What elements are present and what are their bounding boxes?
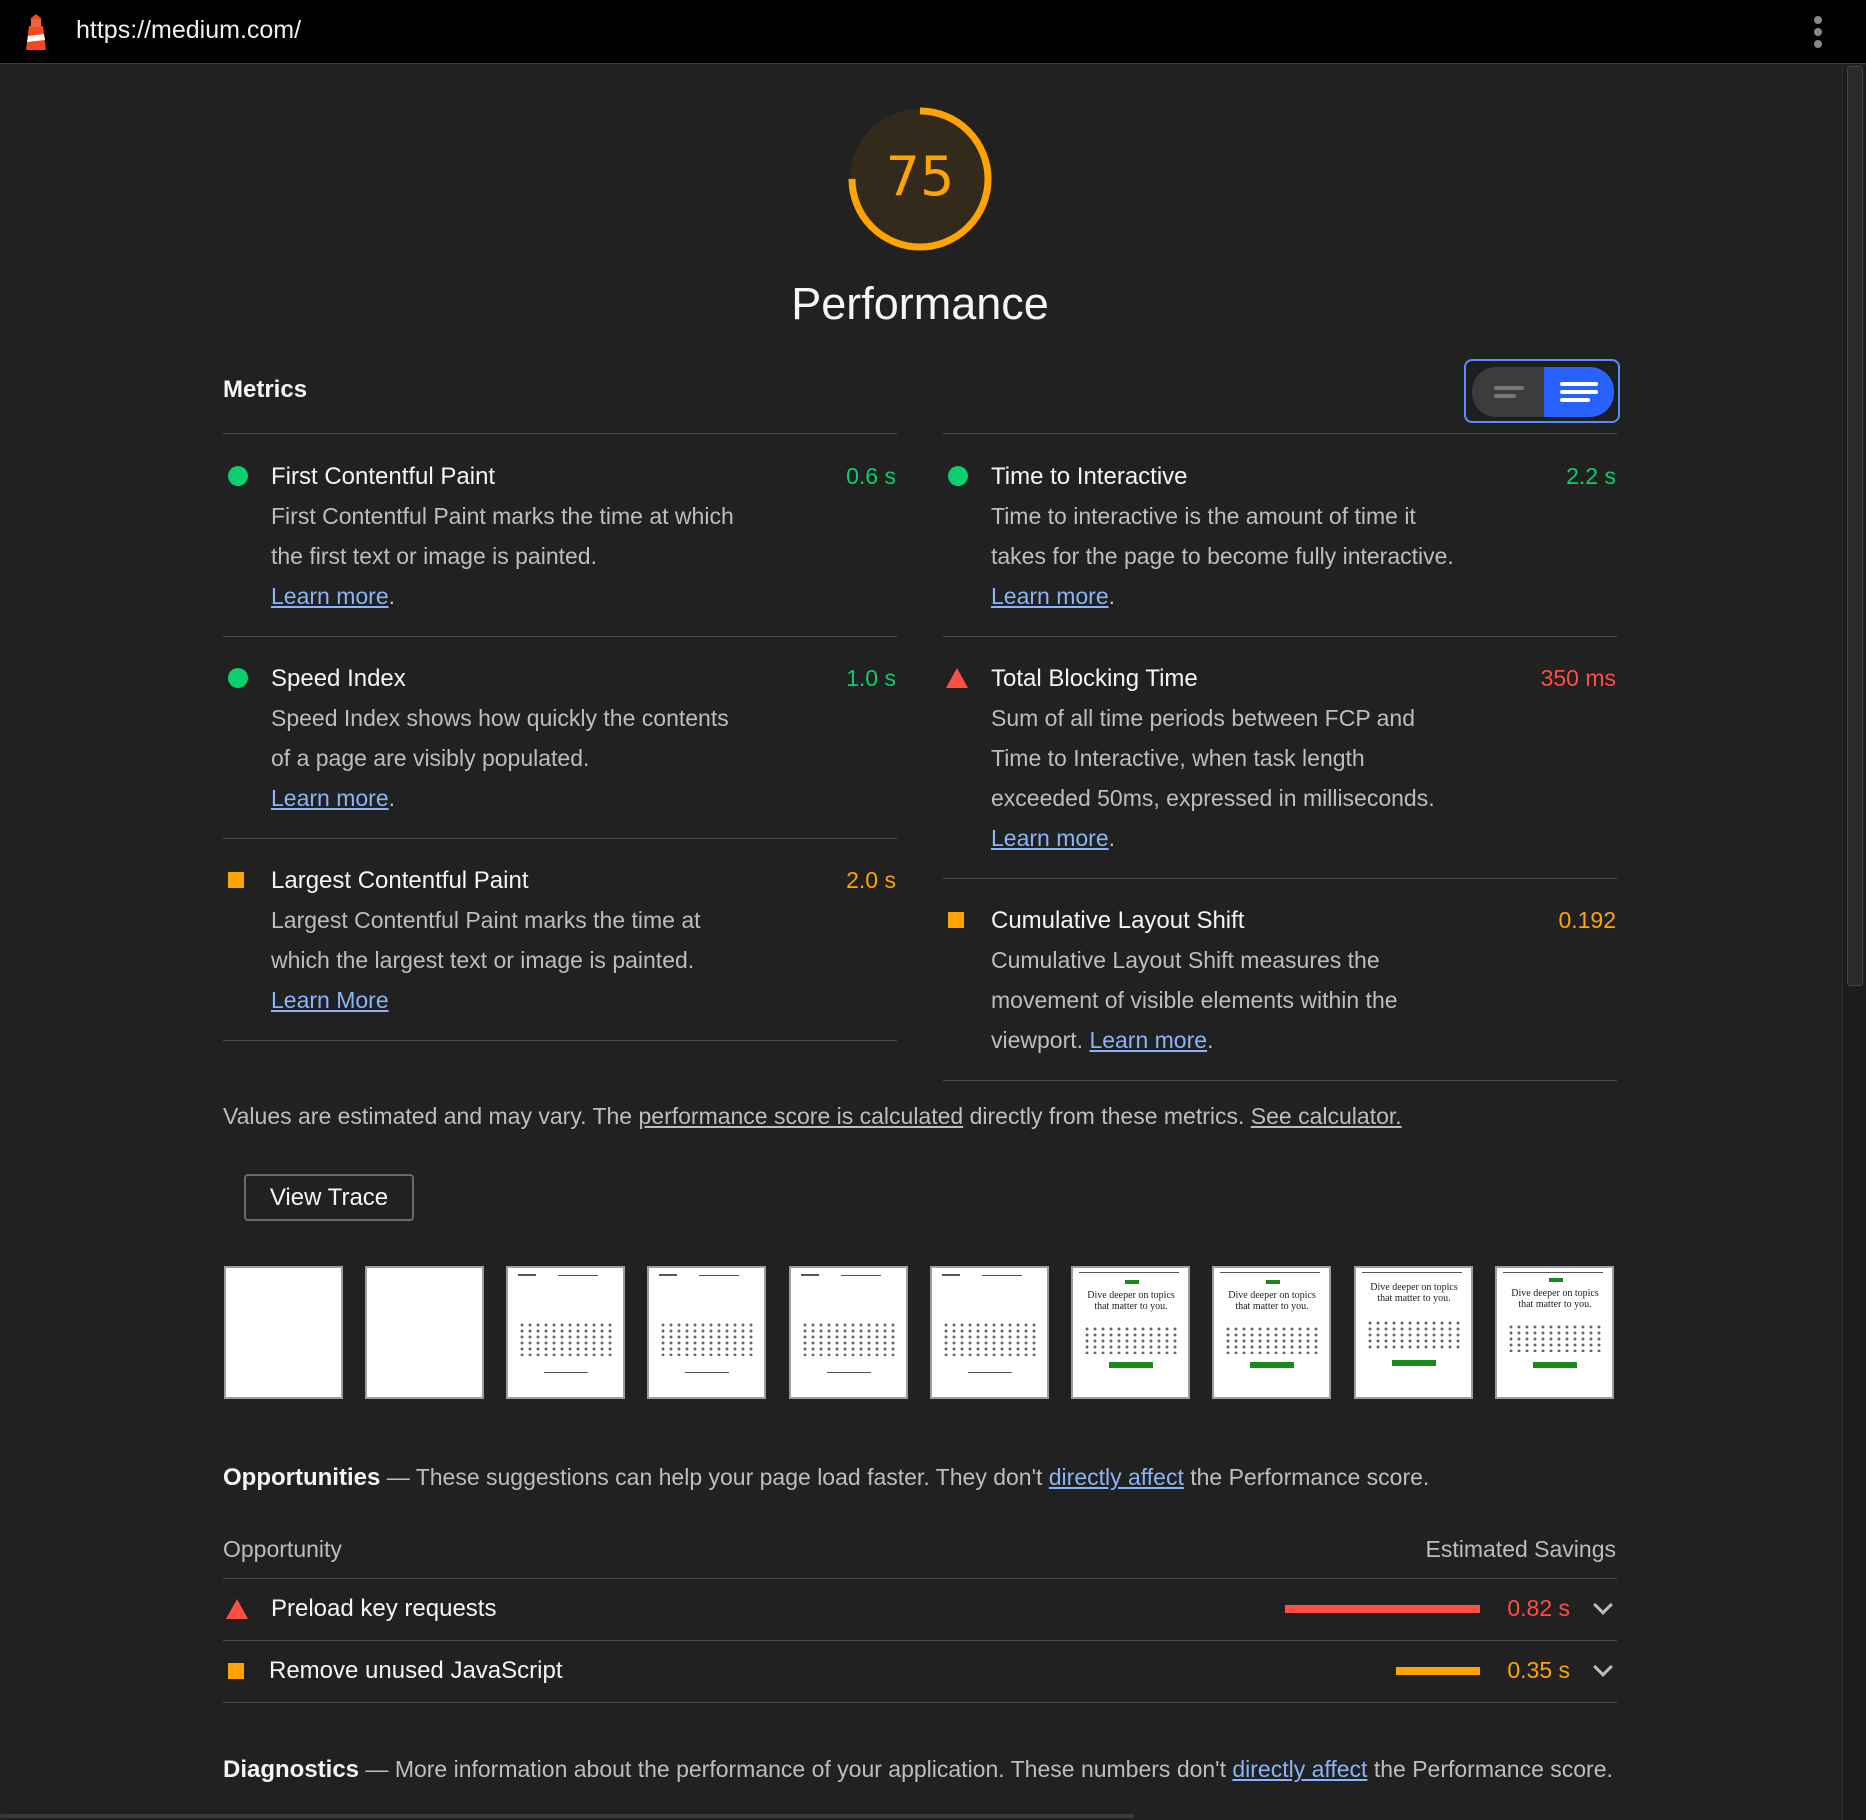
learn-more-link[interactable]: Learn more	[271, 583, 389, 609]
learn-more-link[interactable]: Learn more	[991, 583, 1109, 609]
filmstrip-frame-grid	[930, 1266, 1049, 1399]
divider	[943, 1080, 1617, 1081]
opportunity-savings: 0.35 s	[1507, 1657, 1570, 1683]
divider	[223, 1040, 897, 1041]
estimated-values-note: Values are estimated and may vary. The p…	[223, 1103, 1402, 1129]
expanded-view-icon[interactable]	[1544, 367, 1614, 417]
pass-dot-icon	[228, 466, 248, 486]
metric-lcp-title: Largest Contentful Paint	[271, 867, 529, 894]
learn-more-link[interactable]: Learn more	[271, 785, 389, 811]
page-url: https://medium.com/	[76, 16, 302, 44]
metrics-view-toggle[interactable]	[1464, 359, 1620, 423]
directly-affect-link[interactable]: directly affect	[1049, 1464, 1184, 1490]
fail-triangle-icon	[946, 668, 968, 688]
metric-fcp-value: 0.6 s	[846, 463, 896, 489]
opportunities-header: Opportunities — These suggestions can he…	[223, 1464, 1430, 1491]
metric-lcp-value: 2.0 s	[846, 867, 896, 893]
more-options-icon[interactable]	[1808, 12, 1828, 52]
learn-more-link[interactable]: Learn more	[1089, 1027, 1207, 1053]
metric-si-title: Speed Index	[271, 665, 406, 692]
metric-cls-description: Cumulative Layout Shift measures the mov…	[991, 947, 1398, 1053]
opportunity-title: Preload key requests	[271, 1595, 497, 1622]
learn-more-link[interactable]: Learn more	[991, 825, 1109, 851]
divider	[223, 433, 897, 434]
divider	[943, 878, 1617, 879]
metric-lcp-description: Largest Contentful Paint marks the time …	[271, 907, 701, 1013]
filmstrip-frame-headline: Dive deeper on topics that matter to you…	[1354, 1266, 1473, 1399]
average-square-icon	[228, 872, 244, 888]
chevron-down-icon[interactable]	[1593, 1595, 1613, 1615]
score-calculated-link[interactable]: performance score is calculated	[638, 1103, 963, 1129]
divider	[223, 1578, 1617, 1579]
filmstrip-frame-grid	[647, 1266, 766, 1399]
metric-tbt-value: 350 ms	[1540, 665, 1616, 691]
category-title: Performance	[791, 278, 1049, 329]
filmstrip-frame-grid	[506, 1266, 625, 1399]
performance-score: 75	[885, 145, 955, 208]
divider	[943, 433, 1617, 434]
opportunity-title: Remove unused JavaScript	[269, 1657, 563, 1684]
metrics-header: Metrics	[223, 376, 308, 403]
metric-tti-title: Time to Interactive	[991, 463, 1188, 490]
average-square-icon	[948, 912, 964, 928]
divider	[223, 1702, 1617, 1703]
metric-cls-title: Cumulative Layout Shift	[991, 907, 1245, 934]
divider	[223, 636, 897, 637]
fail-triangle-icon	[226, 1599, 248, 1619]
savings-column-header: Estimated Savings	[1425, 1536, 1616, 1562]
metric-fcp-description: First Contentful Paint marks the time at…	[271, 503, 734, 609]
vertical-scrollbar[interactable]	[1842, 66, 1866, 1820]
filmstrip-frame-blank	[365, 1266, 484, 1399]
scrollbar-thumb[interactable]	[1847, 66, 1863, 986]
filmstrip-frame-grid	[789, 1266, 908, 1399]
top-bar: https://medium.com/	[0, 0, 1866, 64]
filmstrip-frame-blank	[224, 1266, 343, 1399]
opportunity-column-header: Opportunity	[223, 1536, 342, 1562]
diagnostics-header: Diagnostics — More information about the…	[223, 1756, 1613, 1783]
learn-more-link[interactable]: Learn More	[271, 987, 389, 1013]
see-calculator-link[interactable]: See calculator.	[1251, 1103, 1402, 1129]
directly-affect-link[interactable]: directly affect	[1232, 1756, 1367, 1782]
pass-dot-icon	[228, 668, 248, 688]
lighthouse-logo-icon	[26, 14, 46, 50]
compact-view-icon[interactable]	[1472, 367, 1544, 417]
metric-tbt-description: Sum of all time periods between FCP and …	[991, 705, 1435, 851]
opportunity-savings: 0.82 s	[1507, 1595, 1570, 1621]
divider	[223, 1640, 1617, 1641]
metric-tti-description: Time to interactive is the amount of tim…	[991, 503, 1454, 609]
filmstrip-frame-headline: Dive deeper on topics that matter to you…	[1495, 1266, 1614, 1399]
metric-si-description: Speed Index shows how quickly the conten…	[271, 705, 729, 811]
metric-tbt-title: Total Blocking Time	[991, 665, 1198, 692]
filmstrip-frame-headline: Dive deeper on topics that matter to you…	[1212, 1266, 1331, 1399]
divider	[223, 838, 897, 839]
average-square-icon	[228, 1663, 244, 1679]
divider	[943, 636, 1617, 637]
horizontal-scrollbar[interactable]	[0, 1814, 1134, 1818]
pass-dot-icon	[948, 466, 968, 486]
metric-cls-value: 0.192	[1558, 907, 1616, 933]
metric-si-value: 1.0 s	[846, 665, 896, 691]
chevron-down-icon[interactable]	[1593, 1657, 1613, 1677]
metric-tti-value: 2.2 s	[1566, 463, 1616, 489]
view-trace-button[interactable]: View Trace	[244, 1174, 414, 1221]
metric-fcp-title: First Contentful Paint	[271, 463, 496, 490]
filmstrip-frame-headline: Dive deeper on topics that matter to you…	[1071, 1266, 1190, 1399]
